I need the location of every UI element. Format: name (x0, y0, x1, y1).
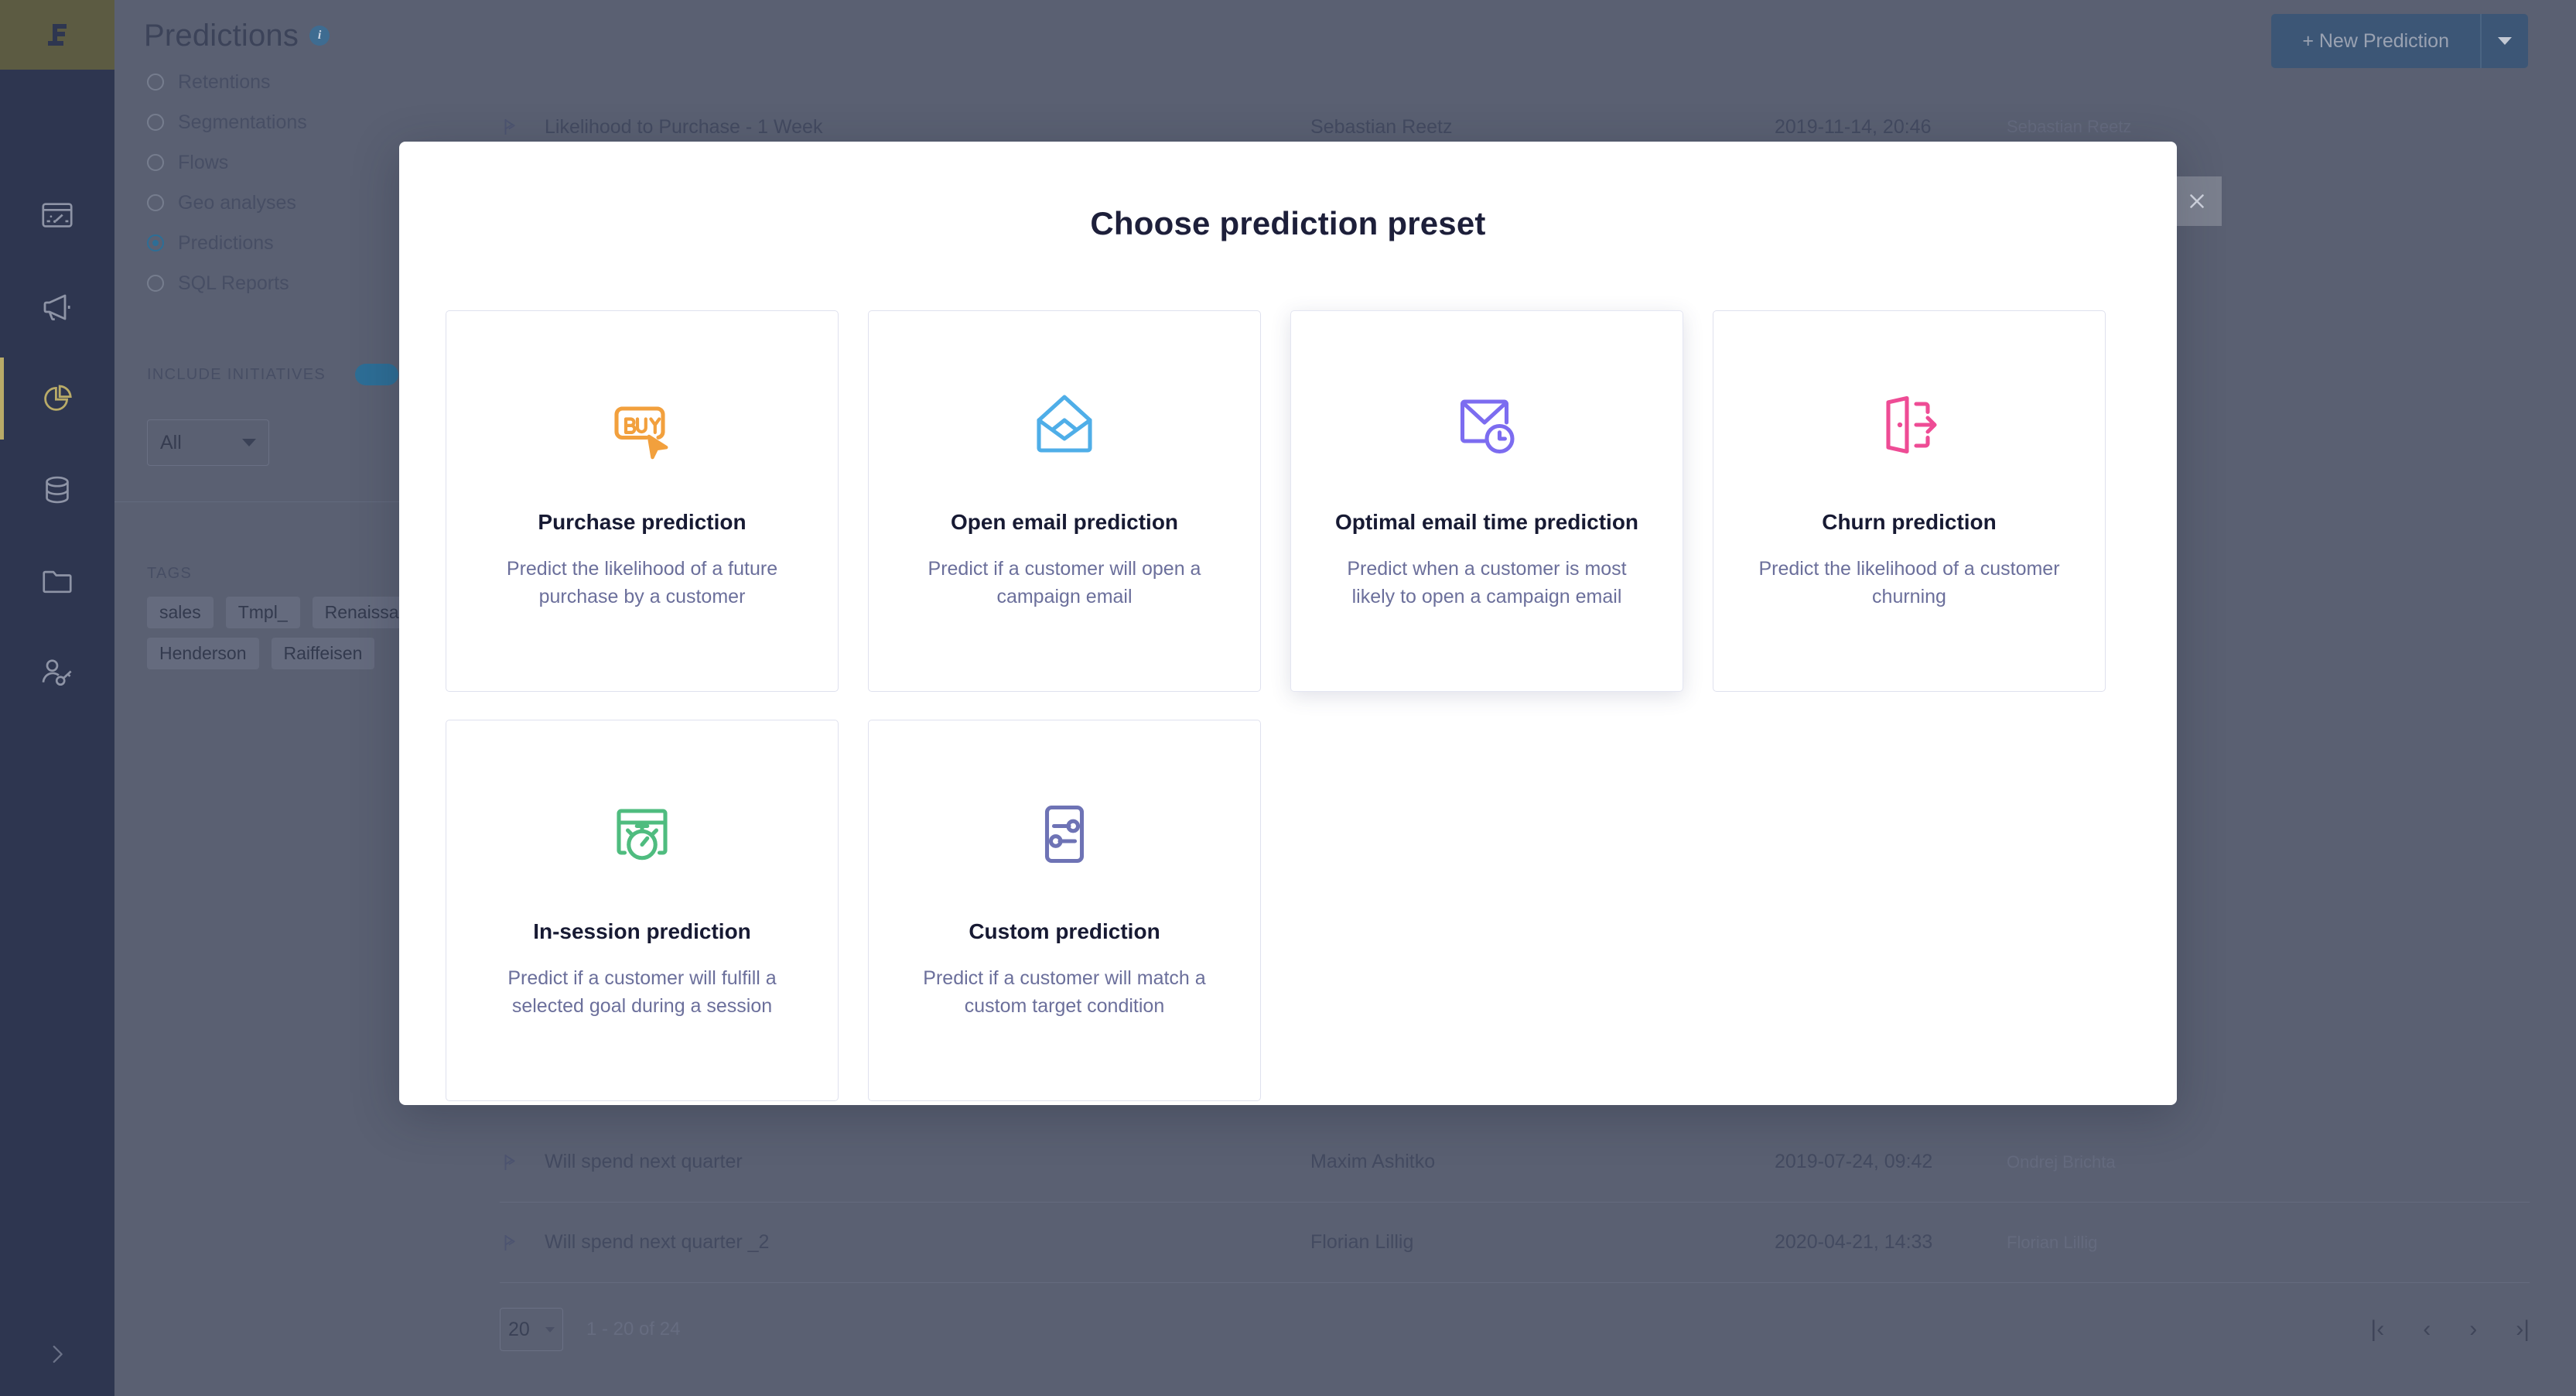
choose-prediction-preset-modal: Choose prediction preset Purchase predic… (399, 142, 2177, 1105)
preset-title: Open email prediction (950, 510, 1179, 534)
preset-card-purchase[interactable]: Purchase prediction Predict the likeliho… (446, 310, 839, 692)
preset-card-in-session[interactable]: In-session prediction Predict if a custo… (446, 720, 839, 1101)
preset-card-custom[interactable]: Custom prediction Predict if a customer … (868, 720, 1261, 1101)
buy-tag-cursor-icon (605, 382, 679, 467)
envelope-clock-icon (1450, 382, 1524, 467)
preset-card-optimal-email-time[interactable]: Optimal email time prediction Predict wh… (1290, 310, 1683, 692)
preset-title: In-session prediction (533, 919, 751, 943)
preset-title: Optimal email time prediction (1334, 510, 1639, 534)
preset-card-churn[interactable]: Churn prediction Predict the likelihood … (1713, 310, 2106, 692)
preset-description: Predict the likelihood of a customer chu… (1758, 557, 2060, 607)
open-envelope-icon (1027, 382, 1102, 467)
preset-card-open-email[interactable]: Open email prediction Predict if a custo… (868, 310, 1261, 692)
preset-description: Predict if a customer will open a campai… (928, 557, 1201, 607)
modal-title: Choose prediction preset (1090, 205, 1486, 241)
sliders-panel-icon (1027, 792, 1102, 877)
preset-description: Predict the likelihood of a future purch… (506, 557, 778, 607)
browser-stopwatch-icon (605, 792, 679, 877)
preset-card-grid: Purchase prediction Predict the likeliho… (446, 310, 2130, 1101)
application-root: Predictions i + New Prediction Retention… (0, 0, 2576, 1396)
preset-description: Predict when a customer is most likely t… (1347, 557, 1627, 607)
preset-title: Custom prediction (969, 919, 1160, 943)
close-modal-button[interactable] (2172, 176, 2222, 226)
preset-title: Churn prediction (1822, 510, 1997, 534)
preset-description: Predict if a customer will fulfill a sel… (507, 967, 777, 1017)
preset-description: Predict if a customer will match a custo… (923, 967, 1206, 1017)
close-icon (2190, 194, 2204, 208)
preset-title: Purchase prediction (538, 510, 746, 534)
door-exit-icon (1872, 382, 1946, 467)
